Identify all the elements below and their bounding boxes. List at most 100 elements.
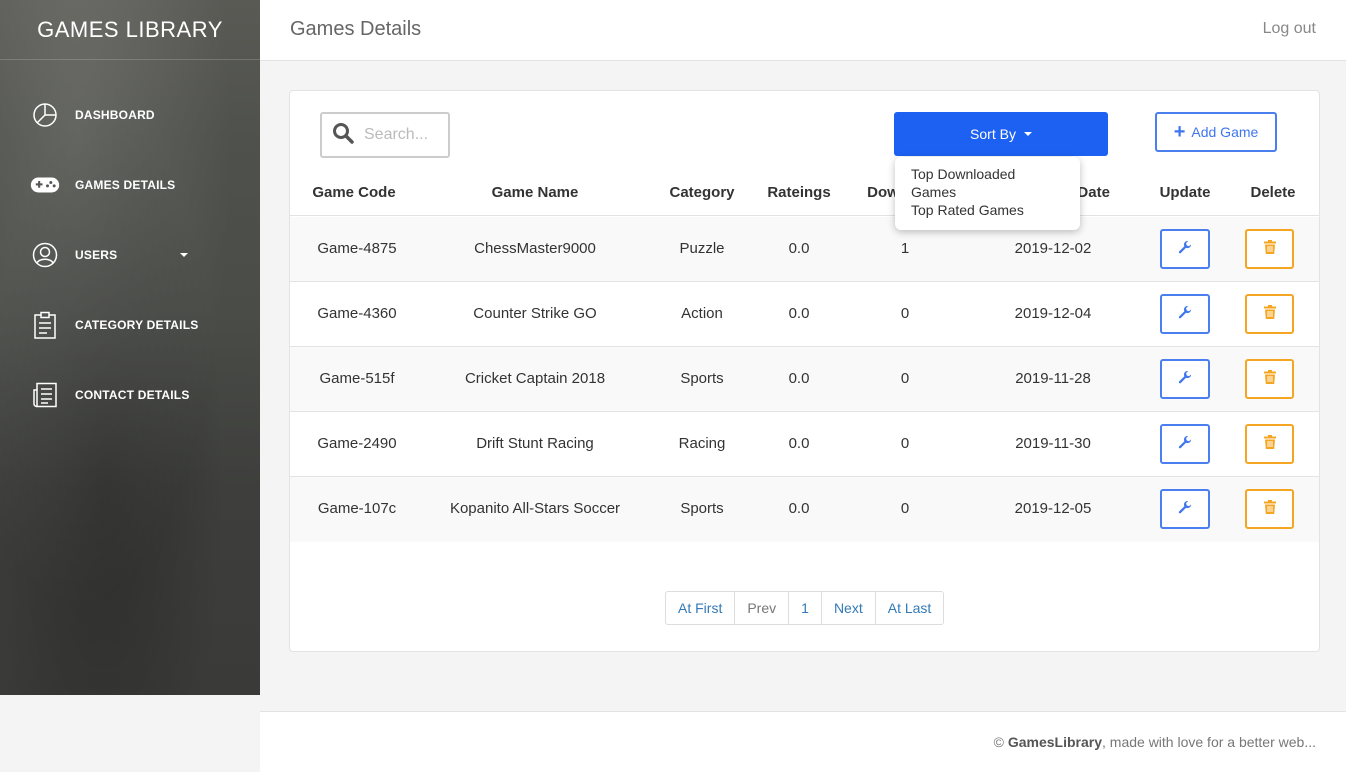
footer: © GamesLibrary, made with love for a bet… xyxy=(260,711,1346,772)
cell-date: 2019-12-04 xyxy=(1014,305,1092,322)
sidebar-item-label: CONTACT DETAILS xyxy=(75,388,190,402)
copyright-symbol: © xyxy=(993,734,1004,750)
trash-icon xyxy=(1263,369,1276,389)
page-title: Games Details xyxy=(290,18,422,40)
sidebar-item-games-details[interactable]: GAMES DETAILS xyxy=(0,150,260,220)
sidebar-item-dashboard[interactable]: DASHBOARD xyxy=(0,80,260,150)
cell-date: 2019-11-28 xyxy=(1015,370,1091,387)
pagination-page-1[interactable]: 1 xyxy=(789,592,822,624)
cell-game-code: Game-4360 xyxy=(317,305,397,322)
cell-date: 2019-12-02 xyxy=(1014,240,1092,257)
cell-game-code: Game-107c xyxy=(317,500,397,517)
table-row: Game-107c Kopanito All-Stars Soccer Spor… xyxy=(290,477,1319,542)
table-row: Game-4875 ChessMaster9000 Puzzle 0.0 1 2… xyxy=(290,217,1319,282)
column-header-ratings[interactable]: Rateings xyxy=(767,184,830,201)
cell-game-name: Cricket Captain 2018 xyxy=(464,370,606,387)
cell-game-name: ChessMaster9000 xyxy=(474,240,596,257)
table-header: Game Code Game Name Category Rateings Do… xyxy=(290,176,1319,216)
cell-downloads: 0 xyxy=(900,500,910,517)
trash-icon xyxy=(1263,239,1276,259)
sort-by-button[interactable]: Sort By xyxy=(894,112,1108,156)
clipboard-icon xyxy=(30,310,60,340)
games-card: Sort By + Add Game Top Downloaded Games … xyxy=(289,90,1320,652)
gamepad-icon xyxy=(30,170,60,200)
cell-category: Action xyxy=(681,305,723,322)
cell-game-code: Game-4875 xyxy=(317,240,397,257)
pagination-first[interactable]: At First xyxy=(666,592,736,624)
cell-downloads: 0 xyxy=(900,435,910,452)
footer-tagline: , made with love for a better web... xyxy=(1102,734,1316,750)
wrench-icon xyxy=(1178,240,1192,259)
pagination-prev[interactable]: Prev xyxy=(735,592,790,624)
trash-icon xyxy=(1263,434,1276,454)
sort-option-top-rated[interactable]: Top Rated Games xyxy=(895,201,1080,237)
update-button[interactable] xyxy=(1160,359,1210,399)
trash-icon xyxy=(1263,499,1276,519)
wrench-icon xyxy=(1178,305,1192,324)
cell-category: Puzzle xyxy=(679,240,725,257)
search-icon xyxy=(332,122,354,149)
cell-rating: 0.0 xyxy=(788,370,810,387)
cell-date: 2019-12-05 xyxy=(1014,500,1092,517)
column-header-game-name[interactable]: Game Name xyxy=(492,184,579,201)
wrench-icon xyxy=(1178,370,1192,389)
add-game-label: Add Game xyxy=(1191,124,1259,140)
cell-game-name: Kopanito All-Stars Soccer xyxy=(449,500,621,517)
pagination-next[interactable]: Next xyxy=(822,592,876,624)
sidebar: GAMES LIBRARY DASHBOARD GAMES DETAILS US… xyxy=(0,0,260,695)
update-button[interactable] xyxy=(1160,489,1210,529)
table-row: Game-515f Cricket Captain 2018 Sports 0.… xyxy=(290,347,1319,412)
trash-icon xyxy=(1263,304,1276,324)
cell-rating: 0.0 xyxy=(788,240,810,257)
column-header-category[interactable]: Category xyxy=(669,184,734,201)
search-input[interactable] xyxy=(364,126,444,144)
sidebar-item-label: GAMES DETAILS xyxy=(75,178,176,192)
cell-category: Sports xyxy=(680,500,724,517)
delete-button[interactable] xyxy=(1245,359,1294,399)
footer-copyright: © GamesLibrary, made with love for a bet… xyxy=(994,734,1316,750)
cell-date: 2019-11-30 xyxy=(1015,435,1091,452)
cell-category: Racing xyxy=(678,435,726,452)
user-icon xyxy=(30,240,60,270)
delete-button[interactable] xyxy=(1245,424,1294,464)
sidebar-item-label: USERS xyxy=(75,248,118,262)
logout-link[interactable]: Log out xyxy=(1263,20,1316,38)
sidebar-item-users[interactable]: USERS xyxy=(0,220,260,290)
add-game-button[interactable]: + Add Game xyxy=(1155,112,1277,152)
sort-by-label: Sort By xyxy=(970,126,1016,142)
plus-icon: + xyxy=(1173,121,1186,143)
sidebar-item-category-details[interactable]: CATEGORY DETAILS xyxy=(0,290,260,360)
pagination-last[interactable]: At Last xyxy=(876,592,944,624)
cell-game-name: Drift Stunt Racing xyxy=(476,435,594,452)
sidebar-nav: DASHBOARD GAMES DETAILS USERS CATEGORY D… xyxy=(0,60,260,430)
cell-downloads: 0 xyxy=(900,305,910,322)
update-button[interactable] xyxy=(1160,424,1210,464)
footer-brand[interactable]: GamesLibrary xyxy=(1008,734,1102,750)
wrench-icon xyxy=(1178,500,1192,519)
update-button[interactable] xyxy=(1160,294,1210,334)
column-header-delete: Delete xyxy=(1250,184,1296,201)
brand-logo[interactable]: GAMES LIBRARY xyxy=(0,0,260,60)
news-icon xyxy=(30,380,60,410)
search-box[interactable] xyxy=(320,112,450,158)
wrench-icon xyxy=(1178,435,1192,454)
table-body: Game-4875 ChessMaster9000 Puzzle 0.0 1 2… xyxy=(290,217,1319,542)
cell-game-name: Counter Strike GO xyxy=(473,305,597,322)
cell-rating: 0.0 xyxy=(788,435,810,452)
column-header-game-code[interactable]: Game Code xyxy=(312,184,395,201)
update-button[interactable] xyxy=(1160,229,1210,269)
sidebar-item-contact-details[interactable]: CONTACT DETAILS xyxy=(0,360,260,430)
column-header-update: Update xyxy=(1159,184,1211,201)
delete-button[interactable] xyxy=(1245,229,1294,269)
delete-button[interactable] xyxy=(1245,294,1294,334)
sort-option-top-downloaded[interactable]: Top Downloaded Games xyxy=(895,165,1080,201)
sidebar-item-label: DASHBOARD xyxy=(75,108,155,122)
chevron-down-icon[interactable] xyxy=(180,253,188,257)
cell-downloads: 0 xyxy=(900,370,910,387)
cell-rating: 0.0 xyxy=(788,500,810,517)
delete-button[interactable] xyxy=(1245,489,1294,529)
sidebar-item-label: CATEGORY DETAILS xyxy=(75,318,199,332)
pagination: At First Prev 1 Next At Last xyxy=(665,591,945,625)
cell-game-code: Game-515f xyxy=(319,370,395,387)
pie-chart-icon xyxy=(30,100,60,130)
